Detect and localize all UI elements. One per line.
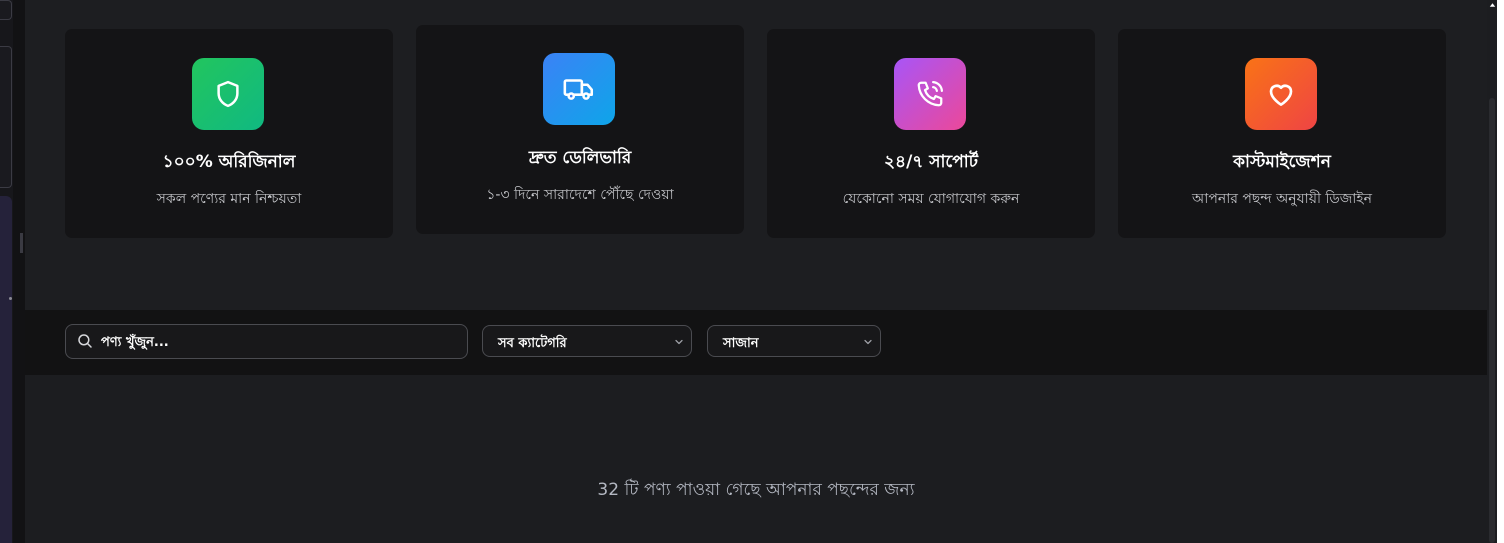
phone-icon bbox=[917, 81, 943, 107]
features-section: ১০০% অরিজিনাল সকল পণ্যের মান নিশ্চয়তা দ… bbox=[25, 0, 1487, 310]
feature-subtitle: সকল পণ্যের মান নিশ্চয়তা bbox=[156, 191, 302, 207]
feature-title: ২৪/৭ সাপোর্ট bbox=[884, 152, 978, 172]
chevron-down-icon bbox=[675, 339, 683, 345]
sidebar-toggle-button[interactable] bbox=[0, 0, 12, 20]
search-icon bbox=[78, 334, 92, 348]
filter-toolbar: পণ্য খুঁজুন... সব ক্যাটেগরি সাজান bbox=[25, 310, 1487, 375]
feature-icon-tile bbox=[192, 58, 264, 130]
feature-card-original: ১০০% অরিজিনাল সকল পণ্যের মান নিশ্চয়তা bbox=[65, 29, 393, 238]
window-edge bbox=[1497, 0, 1504, 543]
feature-subtitle: ১-৩ দিনে সারাদেশে পৌঁছে দেওয়া bbox=[486, 187, 674, 203]
feature-subtitle: আপনার পছন্দ অনুযায়ী ডিজাইন bbox=[1192, 191, 1372, 207]
chevron-down-icon bbox=[864, 339, 872, 345]
search-input[interactable]: পণ্য খুঁজুন... bbox=[65, 324, 468, 359]
feature-card-delivery: দ্রুত ডেলিভারি ১-৩ দিনে সারাদেশে পৌঁছে দ… bbox=[416, 25, 744, 234]
scroll-up-arrow-icon[interactable] bbox=[1488, 0, 1497, 10]
feature-icon-tile bbox=[894, 58, 966, 130]
results-summary: 32 টি পণ্য পাওয়া গেছে আপনার পছন্দের জন্… bbox=[597, 480, 915, 500]
sidebar-gutter bbox=[13, 0, 25, 543]
feature-subtitle: যেকোনো সময় যোগাযোগ করুন bbox=[842, 191, 1020, 207]
feature-title: কাস্টমাইজেশন bbox=[1233, 152, 1331, 172]
main-content: ১০০% অরিজিনাল সকল পণ্যের মান নিশ্চয়তা দ… bbox=[25, 0, 1487, 543]
feature-card-support: ২৪/৭ সাপোর্ট যেকোনো সময় যোগাযোগ করুন bbox=[767, 29, 1095, 238]
left-sidebar-rail bbox=[0, 0, 14, 543]
sidebar-panel-handle[interactable] bbox=[0, 46, 12, 188]
feature-icon-tile bbox=[1245, 58, 1317, 130]
sidebar-active-panel bbox=[0, 196, 12, 543]
feature-card-customization: কাস্টমাইজেশন আপনার পছন্দ অনুযায়ী ডিজাইন bbox=[1118, 29, 1446, 238]
resize-handle[interactable] bbox=[20, 233, 23, 253]
feature-title: ১০০% অরিজিনাল bbox=[162, 152, 296, 172]
category-select[interactable]: সব ক্যাটেগরি bbox=[482, 325, 692, 357]
heart-icon bbox=[1269, 84, 1293, 106]
truck-icon bbox=[563, 79, 594, 100]
category-select-value: সব ক্যাটেগরি bbox=[498, 336, 567, 351]
feature-icon-tile bbox=[543, 53, 615, 125]
shield-icon bbox=[217, 80, 239, 108]
sidebar-dot bbox=[9, 297, 12, 300]
scrollbar-thumb[interactable] bbox=[1489, 98, 1495, 543]
search-placeholder: পণ্য খুঁজুন... bbox=[101, 335, 169, 350]
sort-select-value: সাজান bbox=[723, 336, 759, 351]
results-section: 32 টি পণ্য পাওয়া গেছে আপনার পছন্দের জন্… bbox=[25, 375, 1487, 543]
sort-select[interactable]: সাজান bbox=[707, 325, 881, 357]
feature-title: দ্রুত ডেলিভারি bbox=[528, 148, 632, 168]
